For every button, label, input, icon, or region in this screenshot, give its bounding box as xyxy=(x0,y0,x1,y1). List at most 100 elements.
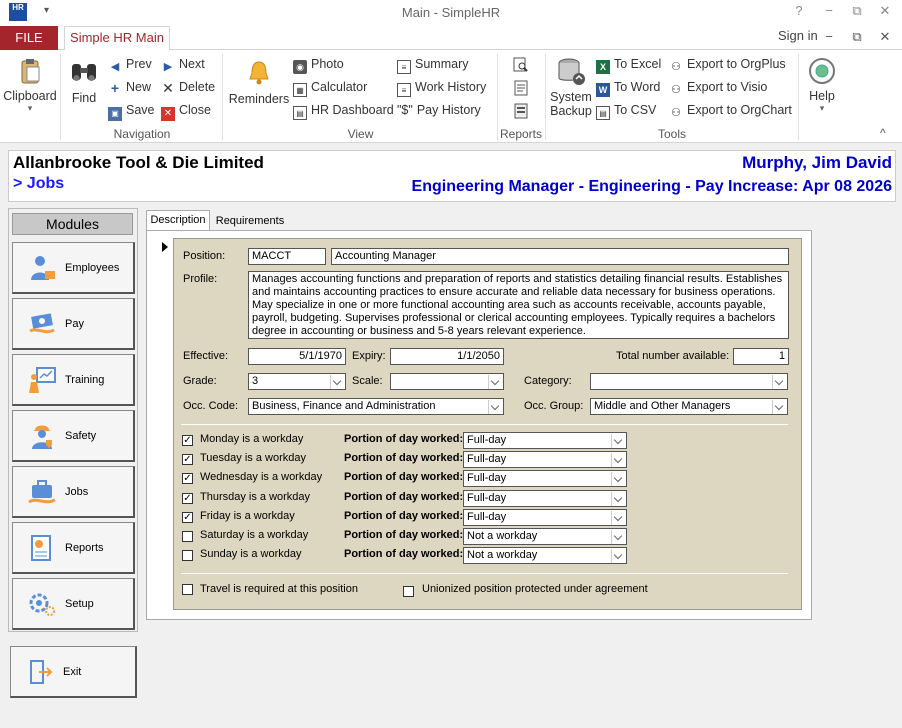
summary-button[interactable]: ≡ Summary xyxy=(397,57,468,74)
photo-button[interactable]: ◉ Photo xyxy=(293,57,344,74)
portion-select[interactable]: Full-day xyxy=(463,451,627,468)
hr-dashboard-button[interactable]: ▤ HR Dashboard xyxy=(293,103,394,120)
to-csv-button[interactable]: ▤ To CSV xyxy=(596,103,656,120)
restore-button[interactable]: ⧉ xyxy=(844,3,870,19)
record-selector[interactable] xyxy=(156,238,174,610)
find-button[interactable]: Find xyxy=(64,58,104,105)
minimize-button[interactable]: − xyxy=(816,3,842,18)
module-training[interactable]: Training xyxy=(12,354,135,406)
workday-checkbox[interactable] xyxy=(182,550,193,561)
portion-select[interactable]: Full-day xyxy=(463,470,627,487)
system-backup-button[interactable]: System Backup xyxy=(548,56,594,118)
grade-select[interactable]: 3 xyxy=(248,373,346,390)
tab-description[interactable]: Description xyxy=(146,210,210,230)
save-button[interactable]: ▣ Save xyxy=(108,103,155,121)
calculator-button[interactable]: ▦ Calculator xyxy=(293,80,367,97)
expiry-label: Expiry: xyxy=(352,350,386,362)
bell-icon xyxy=(249,61,269,85)
portion-select[interactable]: Full-day xyxy=(463,490,627,507)
category-select[interactable] xyxy=(590,373,788,390)
tab-file[interactable]: FILE xyxy=(0,26,58,50)
separator xyxy=(545,54,546,140)
chevron-down-icon[interactable] xyxy=(772,375,786,389)
grade-label: Grade: xyxy=(183,375,217,387)
ribbon-close-button[interactable]: ✕ xyxy=(872,29,898,45)
help-title-button[interactable]: ? xyxy=(786,3,812,18)
position-code-field[interactable]: MACCT xyxy=(248,248,326,265)
chevron-down-icon[interactable] xyxy=(611,472,625,486)
chevron-down-icon[interactable] xyxy=(772,400,786,414)
report-doc-icon[interactable] xyxy=(513,80,529,96)
employees-icon xyxy=(31,256,55,280)
separator xyxy=(798,54,799,140)
travel-checkbox[interactable] xyxy=(182,584,193,595)
module-setup[interactable]: Setup xyxy=(12,578,135,630)
module-jobs[interactable]: Jobs xyxy=(12,466,135,518)
chevron-down-icon[interactable] xyxy=(611,530,625,544)
clipboard-button[interactable]: Clipboard ▾ xyxy=(2,56,58,114)
module-pay[interactable]: Pay xyxy=(12,298,135,350)
export-orgchart-button[interactable]: ⚇ Export to OrgChart xyxy=(669,103,792,120)
chevron-down-icon[interactable] xyxy=(611,511,625,525)
to-word-button[interactable]: W To Word xyxy=(596,80,660,97)
pay-history-button[interactable]: "$" Pay History xyxy=(397,103,481,117)
prev-button[interactable]: ◀ Prev xyxy=(108,57,152,74)
unionized-checkbox[interactable] xyxy=(403,586,414,597)
workday-checkbox[interactable]: ✓ xyxy=(182,512,193,523)
occ-group-value: Middle and Other Managers xyxy=(594,400,731,412)
portion-select[interactable]: Not a workday xyxy=(463,547,627,564)
to-excel-button[interactable]: X To Excel xyxy=(596,57,661,74)
portion-select[interactable]: Not a workday xyxy=(463,528,627,545)
workday-label: Tuesday is a workday xyxy=(200,452,306,464)
workday-label: Thursday is a workday xyxy=(200,491,311,503)
portion-select[interactable]: Full-day xyxy=(463,432,627,449)
check-mark-icon: ✓ xyxy=(183,512,192,523)
expiry-date-field[interactable]: 1/1/2050 xyxy=(390,348,504,365)
exit-button[interactable]: Exit xyxy=(10,646,137,698)
chevron-down-icon[interactable] xyxy=(488,400,502,414)
total-available-field[interactable]: 1 xyxy=(733,348,789,365)
chevron-down-icon[interactable] xyxy=(611,453,625,467)
ribbon-minimize-button[interactable]: − xyxy=(816,29,842,44)
workday-checkbox[interactable] xyxy=(182,531,193,542)
summary-icon: ≡ xyxy=(397,60,411,74)
workday-checkbox[interactable]: ✓ xyxy=(182,454,193,465)
scale-select[interactable] xyxy=(390,373,504,390)
ribbon-restore-button[interactable]: ⧉ xyxy=(844,29,870,45)
position-title-field[interactable]: Accounting Manager xyxy=(331,248,789,265)
delete-button[interactable]: ✕ Delete xyxy=(161,80,215,95)
workday-checkbox[interactable]: ✓ xyxy=(182,493,193,504)
work-history-button[interactable]: ≡ Work History xyxy=(397,80,486,97)
prev-label: Prev xyxy=(126,57,152,71)
help-button[interactable]: Help ▾ xyxy=(802,56,842,114)
workday-checkbox[interactable]: ✓ xyxy=(182,435,193,446)
module-safety[interactable]: Safety xyxy=(12,410,135,462)
close-record-button[interactable]: ✕ Close xyxy=(161,103,211,121)
portion-select[interactable]: Full-day xyxy=(463,509,627,526)
occ-code-select[interactable]: Business, Finance and Administration xyxy=(248,398,504,415)
tab-requirements[interactable]: Requirements xyxy=(214,212,286,230)
sign-in-link[interactable]: Sign in xyxy=(778,28,818,43)
profile-textarea[interactable]: Manages accounting functions and prepara… xyxy=(248,271,789,339)
export-visio-button[interactable]: ⚇ Export to Visio xyxy=(669,80,767,97)
occ-group-select[interactable]: Middle and Other Managers xyxy=(590,398,788,415)
collapse-ribbon-icon[interactable]: ^ xyxy=(880,126,886,140)
chevron-down-icon[interactable] xyxy=(488,375,502,389)
report-list-icon[interactable] xyxy=(513,103,529,119)
chevron-down-icon[interactable] xyxy=(611,549,625,563)
tab-simple-hr-main[interactable]: Simple HR Main xyxy=(64,26,170,51)
effective-date-field[interactable]: 5/1/1970 xyxy=(248,348,346,365)
module-reports[interactable]: Reports xyxy=(12,522,135,574)
chevron-down-icon[interactable] xyxy=(611,492,625,506)
export-orgplus-button[interactable]: ⚇ Export to OrgPlus xyxy=(669,57,786,74)
next-button[interactable]: ▶ Next xyxy=(161,57,205,74)
workday-checkbox[interactable]: ✓ xyxy=(182,473,193,484)
chevron-down-icon[interactable] xyxy=(330,375,344,389)
new-button[interactable]: + New xyxy=(108,80,151,95)
close-button[interactable]: ✕ xyxy=(872,3,898,19)
report-search-icon[interactable] xyxy=(513,57,529,73)
reminders-button[interactable]: Reminders xyxy=(228,58,290,106)
module-employees[interactable]: Employees xyxy=(12,242,135,294)
effective-label: Effective: xyxy=(183,350,229,362)
chevron-down-icon[interactable] xyxy=(611,434,625,448)
